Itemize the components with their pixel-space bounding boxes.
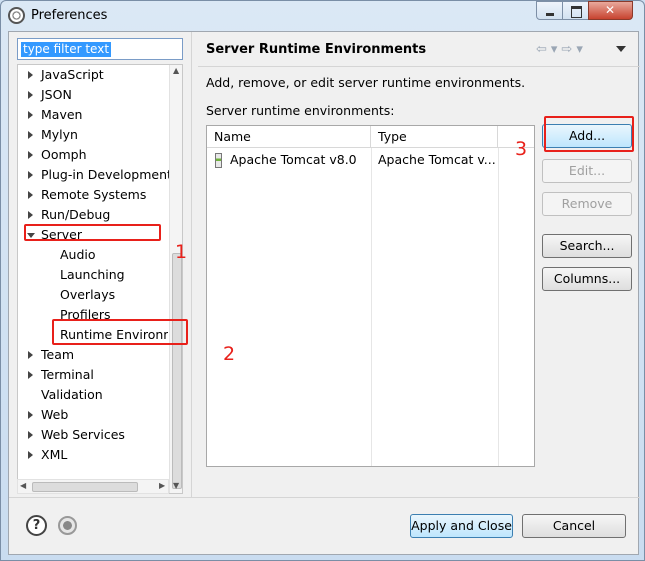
edit-button[interactable]: Edit...	[542, 159, 632, 183]
expand-arrow-icon[interactable]	[28, 171, 33, 179]
window-title: Preferences	[31, 8, 108, 23]
tree-item-audio[interactable]: Audio	[60, 245, 96, 265]
expand-arrow-icon[interactable]	[28, 71, 33, 79]
minimize-button[interactable]	[536, 1, 563, 20]
pane-sash[interactable]	[191, 32, 192, 497]
record-macro-icon[interactable]	[58, 516, 77, 535]
help-icon[interactable]: ?	[26, 515, 47, 536]
table-row-type[interactable]: Apache Tomcat v...	[378, 150, 496, 170]
expand-arrow-icon[interactable]	[28, 411, 33, 419]
page-title: Server Runtime Environments	[206, 42, 427, 57]
annotation-number-1: 1	[175, 241, 188, 263]
tree-horizontal-scrollbar[interactable]: ◀ ▶	[17, 479, 169, 494]
scroll-up-icon[interactable]: ▲	[173, 66, 179, 75]
annotation-number-2: 2	[223, 343, 236, 365]
view-menu-icon[interactable]	[616, 46, 626, 52]
scroll-right-icon[interactable]: ▶	[159, 481, 165, 490]
eclipse-icon	[8, 7, 25, 24]
tree-item-overlays[interactable]: Overlays	[60, 285, 115, 305]
tree-item-launching[interactable]: Launching	[60, 265, 125, 285]
filter-input-text: type filter text	[21, 42, 112, 57]
expand-arrow-icon[interactable]	[28, 191, 33, 199]
expand-arrow-icon[interactable]	[28, 91, 33, 99]
close-button[interactable]	[588, 1, 633, 20]
server-runtime-icon	[215, 153, 222, 168]
column-divider	[498, 148, 499, 466]
runtime-list-label: Server runtime environments:	[206, 103, 395, 118]
tree-vertical-scroll-thumb[interactable]	[172, 253, 182, 489]
preference-tree[interactable]: JavaScript JSON Maven Mylyn Oomph Plug-i…	[17, 64, 183, 494]
column-header-type[interactable]: Type	[371, 126, 498, 148]
title-bar[interactable]: Preferences	[1, 1, 644, 31]
expand-arrow-icon[interactable]	[28, 371, 33, 379]
column-header-name[interactable]: Name	[207, 126, 371, 148]
expand-arrow-icon[interactable]	[28, 451, 33, 459]
expand-arrow-icon[interactable]	[28, 431, 33, 439]
expand-arrow-icon[interactable]	[28, 351, 33, 359]
expand-arrow-icon[interactable]	[28, 131, 33, 139]
preferences-window: Preferences type filter text JavaScript …	[0, 0, 645, 561]
page-description: Add, remove, or edit server runtime envi…	[206, 75, 526, 90]
footer-separator	[9, 497, 640, 498]
expand-arrow-icon[interactable]	[28, 111, 33, 119]
annotation-number-3: 3	[515, 138, 528, 160]
filter-input[interactable]: type filter text	[17, 38, 183, 60]
expand-arrow-icon[interactable]	[28, 151, 33, 159]
annotation-box-runtime	[52, 319, 188, 345]
scroll-left-icon[interactable]: ◀	[20, 481, 26, 490]
back-arrow-icon[interactable]: ⇦▾	[536, 42, 561, 57]
maximize-button[interactable]	[562, 1, 589, 20]
scroll-down-icon[interactable]: ▼	[173, 481, 179, 490]
dialog-client-area: type filter text JavaScript JSON Maven M…	[8, 31, 640, 555]
tree-horizontal-scroll-thumb[interactable]	[32, 482, 138, 492]
forward-arrow-icon[interactable]: ⇨▾	[561, 42, 586, 57]
table-row-name[interactable]: Apache Tomcat v8.0	[230, 150, 357, 170]
expand-arrow-icon[interactable]	[28, 211, 33, 219]
apply-and-close-button[interactable]: Apply and Close	[410, 514, 513, 538]
header-separator	[198, 66, 640, 67]
annotation-box-server	[24, 224, 161, 241]
remove-button[interactable]: Remove	[542, 192, 632, 216]
annotation-box-add	[544, 116, 634, 152]
cancel-button[interactable]: Cancel	[522, 514, 626, 538]
column-divider	[371, 148, 372, 466]
search-button[interactable]: Search...	[542, 234, 632, 258]
history-nav[interactable]: ⇦▾⇨▾	[536, 42, 587, 57]
columns-button[interactable]: Columns...	[542, 267, 632, 291]
tree-vertical-scrollbar[interactable]: ▲ ▼	[169, 65, 182, 493]
runtime-table[interactable]: Name Type Apache Tomcat v8.0 Apache Tomc…	[206, 125, 535, 467]
